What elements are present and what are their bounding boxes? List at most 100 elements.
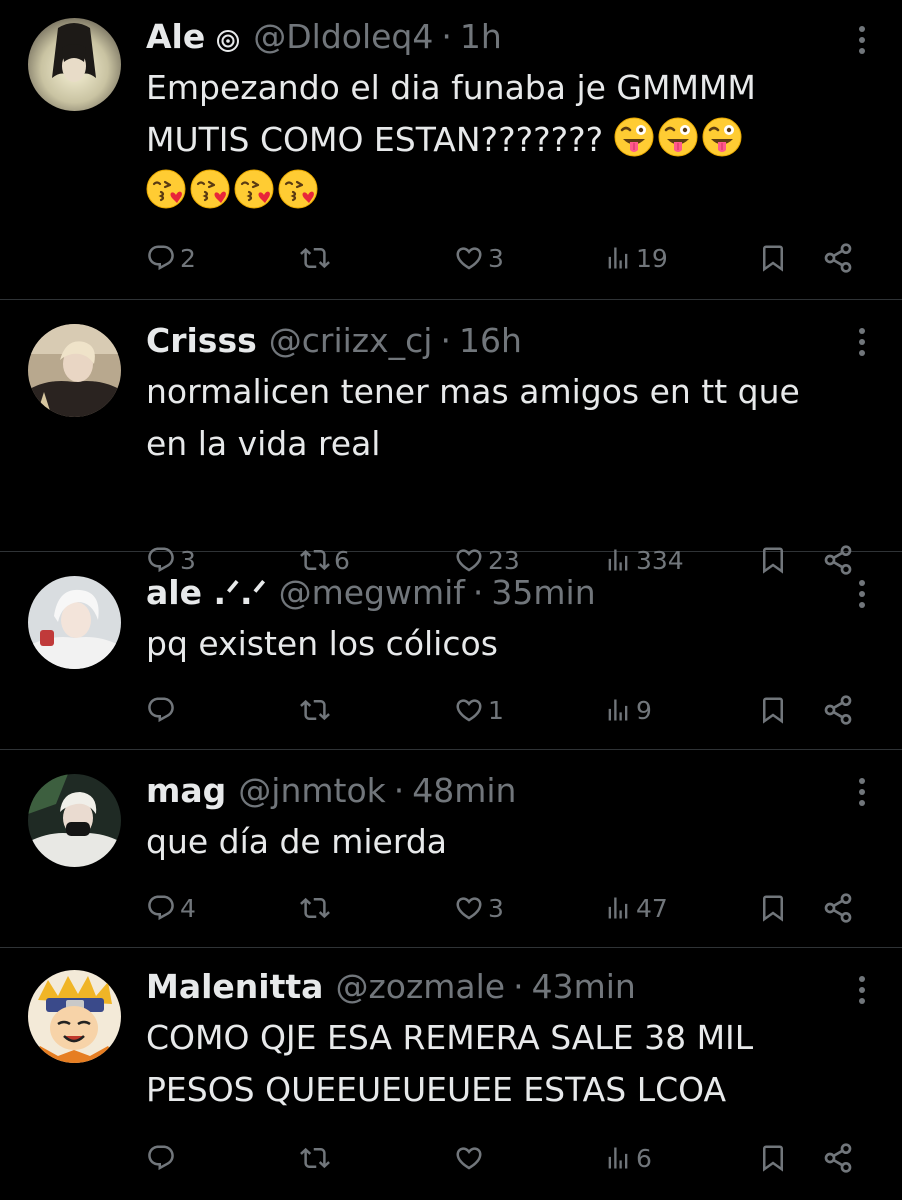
view-count: 9 <box>636 695 652 725</box>
avatar[interactable] <box>28 18 121 111</box>
avatar[interactable] <box>28 576 121 669</box>
reply-button[interactable]: 4 <box>146 893 196 923</box>
share-button[interactable] <box>822 694 854 726</box>
tweet-text-line: que día de mierda <box>146 822 447 861</box>
share-icon <box>822 242 854 274</box>
views-button[interactable]: 6 <box>604 1144 652 1173</box>
face-blowing-kiss-emoji <box>278 169 318 209</box>
like-button[interactable]: 3 <box>454 243 504 273</box>
timestamp[interactable]: 35min <box>491 573 595 612</box>
share-button[interactable] <box>822 242 854 274</box>
heart-icon <box>454 243 484 273</box>
avatar[interactable] <box>28 774 121 867</box>
tweet[interactable]: mag @jnmtok · 48min que día de mierda 4 … <box>0 750 902 948</box>
display-name[interactable]: Malenitta <box>146 967 323 1006</box>
view-count: 47 <box>636 893 668 923</box>
heart-icon <box>454 695 484 725</box>
more-options-icon[interactable] <box>858 778 866 806</box>
bookmark-icon <box>758 695 788 725</box>
display-name[interactable]: Crisss <box>146 321 257 360</box>
views-icon <box>604 894 632 922</box>
like-button[interactable]: 1 <box>454 695 504 725</box>
tweet-text: pq existen los cólicos <box>146 618 882 670</box>
reply-button[interactable] <box>146 1143 180 1173</box>
repost-icon <box>300 893 330 923</box>
share-icon <box>822 694 854 726</box>
views-button[interactable]: 19 <box>604 244 668 273</box>
more-options-icon[interactable] <box>858 580 866 608</box>
user-handle[interactable]: @zozmale <box>335 967 505 1006</box>
tweet[interactable]: Crisss @criizx_cj · 16h normalicen tener… <box>0 300 902 575</box>
tweet-text-line: Empezando el dia funaba je GMMMM <box>146 68 756 107</box>
bookmark-icon <box>758 893 788 923</box>
tweet-actions: 2 3 19 <box>146 238 858 278</box>
share-icon <box>822 892 854 924</box>
repost-icon <box>300 1143 330 1173</box>
tweet[interactable]: Malenitta @zozmale · 43min COMO QJE ESA … <box>0 948 902 1200</box>
zany-face-emoji <box>702 117 742 157</box>
user-handle[interactable]: @criizx_cj <box>269 321 433 360</box>
tweet-actions: 4 3 47 <box>146 888 858 928</box>
bookmark-button[interactable] <box>758 243 788 273</box>
user-handle[interactable]: @megwmif <box>279 573 465 612</box>
bookmark-icon <box>758 1143 788 1173</box>
tweet-emoji-line <box>146 166 882 218</box>
tweet-text: Empezando el dia funaba je GMMMM MUTIS C… <box>146 62 882 218</box>
views-icon <box>604 1144 632 1172</box>
user-handle[interactable]: @Dldoleq4 <box>253 17 433 56</box>
spiral-icon <box>215 23 241 52</box>
tweet[interactable]: Ale @Dldoleq4 · 1h Empezando el dia funa… <box>0 0 902 300</box>
timestamp[interactable]: 43min <box>532 967 636 1006</box>
repost-button[interactable] <box>300 695 334 725</box>
tweet-actions: 6 <box>146 1138 858 1178</box>
more-options-icon[interactable] <box>858 976 866 1004</box>
more-options-icon[interactable] <box>858 328 866 356</box>
repost-button[interactable] <box>300 243 334 273</box>
tweet-text-line: MUTIS COMO ESTAN??????? <box>146 114 882 166</box>
repost-button[interactable] <box>300 1143 334 1173</box>
bookmark-button[interactable] <box>758 695 788 725</box>
tweet-text-line: normalicen tener mas amigos en tt que <box>146 372 800 411</box>
separator-dot: · <box>472 572 484 612</box>
share-button[interactable] <box>822 892 854 924</box>
avatar[interactable] <box>28 324 121 417</box>
tweet-actions: 1 9 <box>146 690 858 730</box>
reply-count: 2 <box>180 243 196 273</box>
views-button[interactable]: 9 <box>604 696 652 725</box>
zany-face-emoji <box>658 117 698 157</box>
view-count: 19 <box>636 243 668 273</box>
display-name[interactable]: Ale <box>146 17 205 56</box>
tweet-text: que día de mierda <box>146 816 882 868</box>
tweet-text-line: pq existen los cólicos <box>146 624 498 663</box>
separator-dot: · <box>441 16 452 56</box>
display-name[interactable]: mag <box>146 771 226 810</box>
bookmark-button[interactable] <box>758 1143 788 1173</box>
timestamp[interactable]: 1h <box>460 17 502 56</box>
share-button[interactable] <box>822 1142 854 1174</box>
display-name[interactable]: ale .ᐟ.ᐟ <box>146 573 267 612</box>
share-icon <box>822 1142 854 1174</box>
reply-button[interactable]: 2 <box>146 243 196 273</box>
reply-button[interactable] <box>146 695 180 725</box>
avatar[interactable] <box>28 970 121 1063</box>
face-blowing-kiss-emoji <box>234 169 274 209</box>
timestamp[interactable]: 16h <box>459 321 522 360</box>
timestamp[interactable]: 48min <box>412 771 516 810</box>
tweet[interactable]: ale .ᐟ.ᐟ @megwmif · 35min pq existen los… <box>0 552 902 750</box>
face-blowing-kiss-emoji <box>190 169 230 209</box>
repost-icon <box>300 695 330 725</box>
reply-icon <box>146 893 176 923</box>
user-handle[interactable]: @jnmtok <box>238 771 385 810</box>
tweet-text-line: en la vida real <box>146 424 381 463</box>
like-button[interactable] <box>454 1143 488 1173</box>
separator-dot: · <box>513 966 524 1006</box>
reply-icon <box>146 695 176 725</box>
more-options-icon[interactable] <box>858 26 866 54</box>
reply-count: 4 <box>180 893 196 923</box>
repost-button[interactable] <box>300 893 334 923</box>
views-icon <box>604 244 632 272</box>
reply-icon <box>146 1143 176 1173</box>
bookmark-button[interactable] <box>758 893 788 923</box>
like-button[interactable]: 3 <box>454 893 504 923</box>
views-button[interactable]: 47 <box>604 894 668 923</box>
